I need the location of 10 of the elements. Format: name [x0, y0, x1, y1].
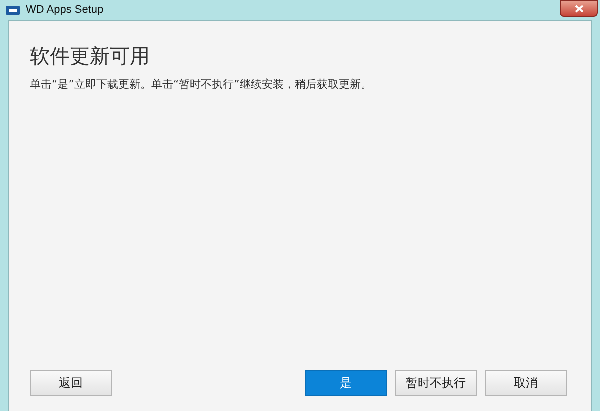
app-logo-icon — [6, 6, 20, 14]
dialog-description: 单击“是”立即下载更新。单击“暂时不执行”继续安装，稍后获取更新。 — [30, 77, 373, 93]
dialog-button[interactable]: 返回 — [30, 370, 112, 396]
window-title: WD Apps Setup — [26, 2, 104, 18]
dialog-button[interactable]: 暂时不执行 — [395, 370, 477, 396]
yes-button[interactable]: 是 — [305, 370, 387, 396]
close-icon — [574, 4, 584, 12]
close-button[interactable] — [560, 0, 598, 17]
dialog-button[interactable]: 取消 — [485, 370, 567, 396]
dialog-heading: 软件更新可用 — [30, 43, 151, 69]
